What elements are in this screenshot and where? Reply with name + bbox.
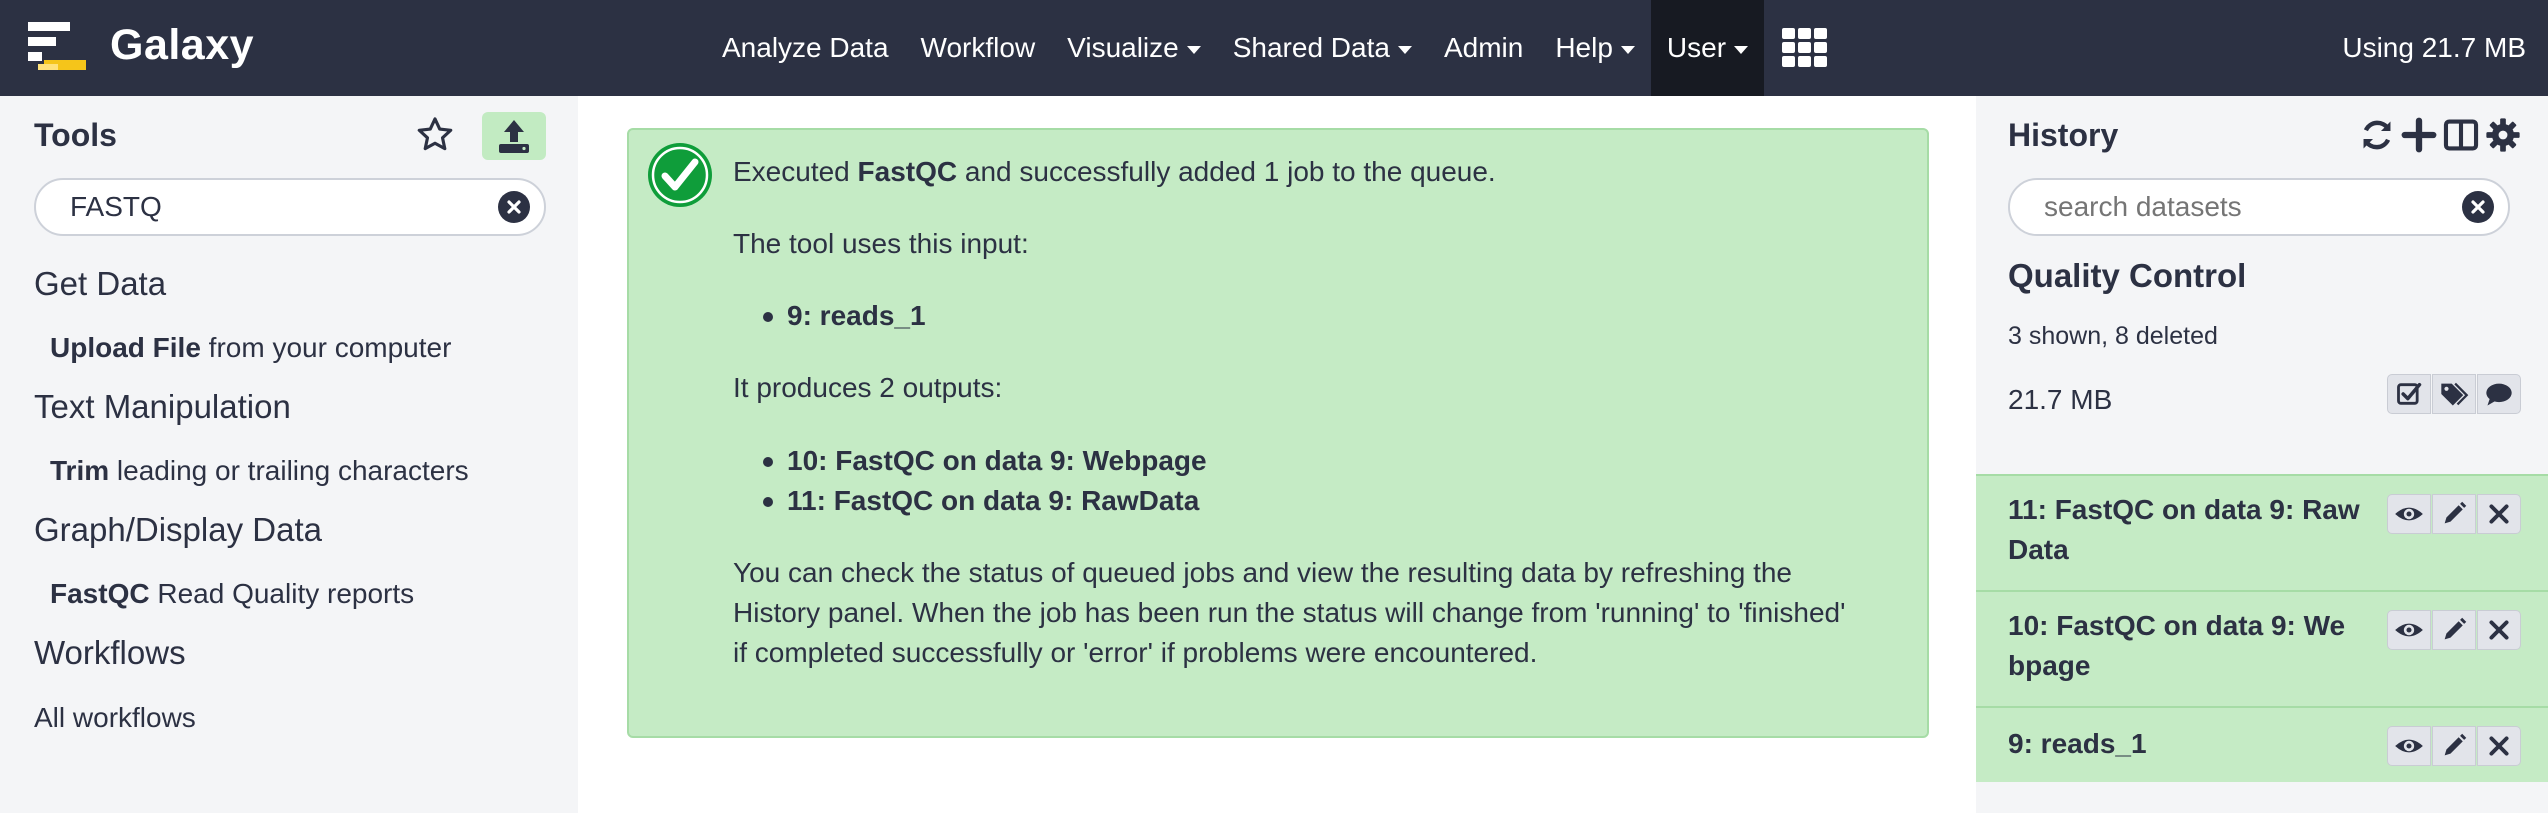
nav-label: Analyze Data <box>722 32 889 63</box>
dataset-item[interactable]: 10: FastQC on data 9: We bpage <box>1976 590 2548 706</box>
pencil-icon[interactable] <box>2432 610 2476 650</box>
history-counts: 3 shown, 8 deleted <box>2008 322 2218 350</box>
section-get-data[interactable]: Get Data <box>34 264 166 304</box>
nav-workflow[interactable]: Workflow <box>905 0 1052 96</box>
dataset-title[interactable]: 10: FastQC on data 9: We bpage <box>2008 606 2368 686</box>
tags-icon[interactable] <box>2432 374 2476 414</box>
caret-down-icon <box>1734 45 1749 54</box>
dataset-actions <box>2386 726 2521 766</box>
nav-label: User <box>1666 32 1727 63</box>
input-item: 9: reads_1 <box>763 296 926 336</box>
dataset-title[interactable]: 9: reads_1 <box>2008 724 2368 764</box>
gear-icon[interactable] <box>2484 116 2522 154</box>
history-name[interactable]: Quality Control <box>2008 256 2246 296</box>
history-panel-title: History <box>2008 117 2119 153</box>
tool-name: Upload File <box>50 332 201 363</box>
history-size: 21.7 MB <box>2008 384 2113 415</box>
nav-shared-data[interactable]: Shared Data <box>1217 0 1428 96</box>
masthead: Galaxy Analyze Data Workflow Visualize S… <box>0 0 2548 96</box>
tool-name: Trim <box>50 455 110 486</box>
quota-meter[interactable]: Using 21.7 MB <box>2342 0 2526 96</box>
nav-admin[interactable]: Admin <box>1428 0 1539 96</box>
apps-grid-icon[interactable] <box>1764 0 1846 96</box>
columns-icon[interactable] <box>2442 116 2480 154</box>
comment-icon[interactable] <box>2477 374 2521 414</box>
nav-label: Shared Data <box>1232 32 1390 63</box>
history-panel: History Quality <box>1976 96 2548 813</box>
star-icon[interactable] <box>414 114 456 156</box>
output-item: 11: FastQC on data 9: RawData <box>762 481 1199 521</box>
section-graph-display-data[interactable]: Graph/Display Data <box>34 510 322 550</box>
delete-x-icon[interactable] <box>2477 726 2521 766</box>
eye-icon[interactable] <box>2387 610 2431 650</box>
nav-label: Admin <box>1443 32 1524 63</box>
status-note-line: History panel. When the job has been run… <box>733 597 1846 628</box>
galaxy-logo-icon[interactable] <box>26 20 92 74</box>
tool-search-input[interactable] <box>68 180 488 234</box>
input-intro: The tool uses this input: <box>733 228 1029 259</box>
refresh-icon[interactable] <box>2358 116 2396 154</box>
clear-search-icon[interactable] <box>2462 191 2494 223</box>
upload-icon <box>499 120 529 153</box>
tool-description: leading or trailing characters <box>109 455 469 486</box>
caret-down-icon <box>1186 45 1201 54</box>
delete-x-icon[interactable] <box>2477 494 2521 534</box>
dataset-actions <box>2386 610 2521 650</box>
main-nav: Analyze Data Workflow Visualize Shared D… <box>706 0 1846 96</box>
tool-fastqc[interactable]: FastQC Read Quality reports <box>50 576 414 612</box>
summary-suffix: and successfully added 1 job to the queu… <box>957 156 1496 187</box>
summary-prefix: Executed <box>733 156 858 187</box>
dataset-item[interactable]: 11: FastQC on data 9: Raw Data <box>1976 474 2548 590</box>
tool-panel-title: Tools <box>34 117 117 153</box>
section-workflows[interactable]: Workflows <box>34 633 186 673</box>
delete-x-icon[interactable] <box>2477 610 2521 650</box>
nav-visualize[interactable]: Visualize <box>1051 0 1217 96</box>
section-text-manipulation[interactable]: Text Manipulation <box>34 387 291 427</box>
tool-search <box>34 178 546 236</box>
brand-name[interactable]: Galaxy <box>110 20 254 70</box>
executed-tool-name: FastQC <box>857 156 958 187</box>
success-message: Executed FastQC and successfully added 1… <box>627 128 1929 738</box>
pencil-icon[interactable] <box>2432 494 2476 534</box>
tool-upload-file[interactable]: Upload File from your computer <box>50 330 451 366</box>
check-circle-icon <box>647 142 713 208</box>
nav-label: Workflow <box>920 32 1036 63</box>
history-tools <box>2386 374 2521 414</box>
dataset-actions <box>2386 494 2521 534</box>
dataset-title[interactable]: 11: FastQC on data 9: Raw Data <box>2008 490 2368 570</box>
tool-name: FastQC <box>50 578 150 609</box>
nav-analyze-data[interactable]: Analyze Data <box>706 0 905 96</box>
caret-down-icon <box>1620 45 1635 54</box>
eye-icon[interactable] <box>2387 494 2431 534</box>
history-search <box>2008 178 2510 236</box>
center-panel: Executed FastQC and successfully added 1… <box>578 96 1976 813</box>
check-square-icon[interactable] <box>2387 374 2431 414</box>
status-note-line: if completed successfully or 'error' if … <box>733 637 1538 668</box>
plus-icon[interactable] <box>2400 116 2438 154</box>
tool-panel: Tools Get Data Upload File from your com… <box>0 96 578 813</box>
nav-label: Visualize <box>1067 32 1179 63</box>
output-item: 10: FastQC on data 9: Webpage <box>763 441 1207 481</box>
upload-button[interactable] <box>482 112 546 160</box>
tool-description: Read Quality reports <box>149 578 415 609</box>
dataset-list: 11: FastQC on data 9: Raw Data 10: FastQ… <box>1976 474 2548 782</box>
tool-trim[interactable]: Trim leading or trailing characters <box>50 453 469 489</box>
execution-summary: Executed FastQC and successfully added 1… <box>733 152 1496 192</box>
pencil-icon[interactable] <box>2432 726 2476 766</box>
output-intro: It produces 2 outputs: <box>733 372 1003 403</box>
nav-label: Help <box>1555 32 1613 63</box>
status-note-line: You can check the status of queued jobs … <box>733 557 1792 588</box>
tool-description: from your computer <box>200 332 452 363</box>
clear-search-icon[interactable] <box>498 191 530 223</box>
caret-down-icon <box>1397 45 1412 54</box>
dataset-item[interactable]: 9: reads_1 <box>1976 706 2548 782</box>
history-search-input[interactable] <box>2042 180 2442 234</box>
nav-help[interactable]: Help <box>1539 0 1651 96</box>
all-workflows-link[interactable]: All workflows <box>34 700 196 736</box>
nav-user[interactable]: User <box>1650 0 1765 96</box>
eye-icon[interactable] <box>2387 726 2431 766</box>
